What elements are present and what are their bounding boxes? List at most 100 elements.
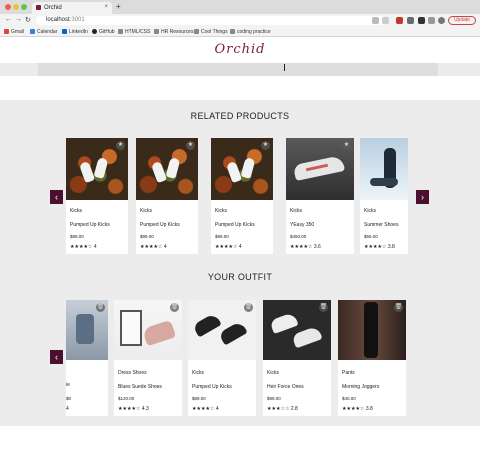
shoe-shape (225, 160, 243, 184)
extension-gray-icon[interactable] (407, 17, 414, 24)
star-icon[interactable]: ★ (342, 141, 351, 150)
rating-value: 3.8 (365, 406, 373, 412)
rating-stars: ★★★★☆ (215, 244, 238, 250)
outfit-card[interactable]: 🗑 ie $0 4 (66, 300, 108, 416)
product-price: $89.00 (140, 234, 154, 239)
github-icon (92, 29, 97, 34)
extension-red-icon[interactable] (396, 17, 403, 24)
star-icon[interactable]: ★ (116, 141, 125, 150)
bookmark-linkedin[interactable]: LinkedIn (62, 29, 88, 35)
section-divider (0, 76, 480, 100)
outfit-card[interactable]: 🗑 Kicks Pumped Up Kicks $89.00 ★★★★☆ 4 (188, 300, 256, 416)
shoe-shape (78, 160, 96, 184)
rating-stars: ★★★★☆ (290, 244, 313, 250)
close-window-button[interactable] (5, 4, 11, 10)
related-next-button[interactable]: › (416, 190, 429, 204)
bookmark-cool-things[interactable]: Cool Things (194, 29, 228, 35)
product-price: $0 (66, 396, 72, 401)
product-category: Kicks (140, 208, 152, 214)
minimize-window-button[interactable] (13, 4, 19, 10)
rating-value: 4 (215, 406, 219, 412)
shoe-shape (150, 160, 168, 184)
related-card[interactable]: Kicks Summer Shoes $59.00 ★★★★☆ 3.8 (360, 138, 408, 254)
product-category: Kicks (267, 370, 279, 376)
extension-dark-icon[interactable] (418, 17, 425, 24)
outfit-prev-button[interactable]: ‹ (50, 350, 63, 364)
product-name: Pumped Up Kicks (215, 222, 255, 228)
share-icon[interactable] (372, 17, 379, 24)
url-host: localhost (46, 17, 70, 23)
rating-stars: ★★★★☆ (192, 406, 215, 412)
shoe-shape (240, 157, 256, 179)
related-products-title: RELATED PRODUCTS (190, 111, 290, 121)
sneaker-shape (218, 320, 248, 346)
person-figure (364, 302, 378, 358)
product-rating: ★★★★☆ 4 (215, 244, 242, 250)
favicon-icon (36, 5, 41, 10)
gmail-icon (4, 29, 9, 34)
folder-icon (118, 29, 123, 34)
rating-value: 4 (93, 244, 97, 250)
person-figure (76, 314, 94, 344)
related-prev-button[interactable]: ‹ (50, 190, 63, 204)
related-card[interactable]: ★ Kicks Pumped Up Kicks $89.00 ★★★★☆ 4 (136, 138, 198, 254)
puzzle-icon[interactable] (428, 17, 435, 24)
product-name: Summer Shoes (364, 222, 399, 228)
rating-value: 4 (66, 406, 69, 412)
footer-band (0, 426, 480, 456)
shoe-shape (141, 319, 177, 347)
bookmark-html-css[interactable]: HTML/CSS (118, 29, 150, 35)
tab-close-icon[interactable]: × (104, 4, 108, 10)
product-name: YEasy 350 (290, 222, 315, 228)
folder-icon (154, 29, 159, 34)
product-price: $59.00 (364, 234, 378, 239)
product-price: $89.00 (215, 234, 229, 239)
product-category: Kicks (215, 208, 227, 214)
reload-icon[interactable]: ↻ (25, 16, 31, 24)
outfit-card[interactable]: 🗑 Kicks Heir Force Ones $99.00 ★★★☆☆ 2.8 (263, 300, 331, 416)
bench-shape (370, 178, 398, 186)
related-card[interactable]: ★ Kicks Pumped Up Kicks $89.00 ★★★★☆ 4 (66, 138, 128, 254)
bookmark-star-icon[interactable] (382, 17, 389, 24)
maximize-window-button[interactable] (21, 4, 27, 10)
forward-arrow-icon[interactable]: → (15, 16, 22, 23)
related-card[interactable]: ★ Kicks Pumped Up Kicks $89.00 ★★★★☆ 4 (211, 138, 273, 254)
outfit-card[interactable]: 🗑 Pants Morning Joggers $40.00 ★★★★☆ 3.8 (338, 300, 406, 416)
delete-icon[interactable]: 🗑 (96, 303, 105, 312)
rating-stars: ★★★★☆ (70, 244, 93, 250)
profile-avatar[interactable] (438, 17, 445, 24)
star-icon[interactable]: ★ (261, 141, 270, 150)
sneaker-shape (269, 311, 299, 335)
related-card[interactable]: ★ Kicks YEasy 350 $450.00 ★★★★☆ 3.6 (286, 138, 354, 254)
rating-stars: ★★★★☆ (364, 244, 387, 250)
url-input[interactable]: localhost:3001 (36, 16, 386, 25)
delete-icon[interactable]: 🗑 (170, 303, 179, 312)
browser-tab[interactable]: Orchid × (32, 2, 112, 14)
delete-icon[interactable]: 🗑 (244, 303, 253, 312)
shoe-shape (93, 157, 109, 179)
new-tab-button[interactable]: + (116, 2, 121, 11)
star-icon[interactable]: ★ (186, 141, 195, 150)
calendar-icon (30, 29, 35, 34)
bookmark-hr-resources[interactable]: HR Resources (154, 29, 194, 35)
site-logo[interactable]: Orchid (0, 42, 480, 57)
bookmark-coding-practice[interactable]: coding practice (230, 29, 271, 35)
delete-icon[interactable]: 🗑 (394, 303, 403, 312)
product-name: Morning Joggers (342, 384, 380, 390)
product-price: $99.00 (267, 396, 281, 401)
bookmark-github[interactable]: GitHub (92, 29, 115, 35)
rating-stars: ★★★★☆ (342, 406, 365, 412)
tab-title: Orchid (44, 5, 62, 11)
product-name: Pumped Up Kicks (192, 384, 232, 390)
outfit-card[interactable]: 🗑 Dress Shoes Blues Suede Shoes $120.00 … (114, 300, 182, 416)
product-rating: ★★★★☆ 3.8 (342, 406, 373, 412)
product-image (360, 138, 408, 200)
back-arrow-icon[interactable]: ← (5, 16, 12, 23)
bookmark-calendar[interactable]: Calendar (30, 29, 57, 35)
product-price: $89.00 (192, 396, 206, 401)
bookmark-gmail[interactable]: Gmail (4, 29, 24, 35)
product-name: Blues Suede Shoes (118, 384, 162, 390)
update-button[interactable]: Update (448, 16, 476, 25)
product-details-panel (38, 63, 438, 76)
delete-icon[interactable]: 🗑 (319, 303, 328, 312)
